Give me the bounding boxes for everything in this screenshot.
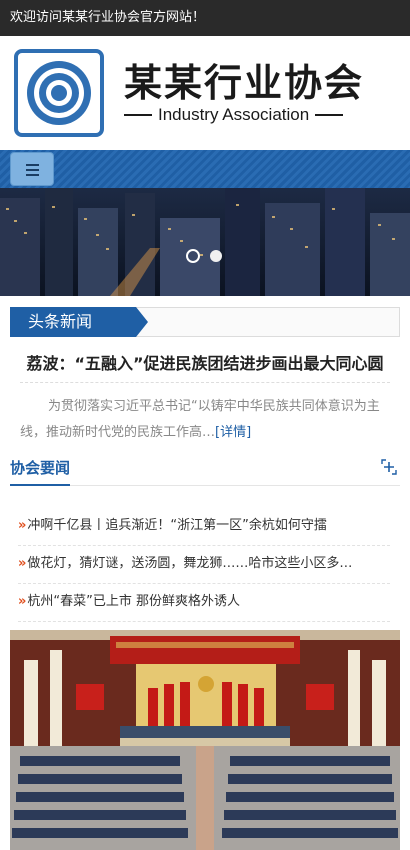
site-header: 某某行业协会 Industry Association (0, 36, 410, 150)
target-icon[interactable] (14, 49, 104, 137)
list-item[interactable]: »冲啊千亿县丨追兵渐近！“浙江第一区”余杭如何守擂 (18, 508, 390, 546)
carousel-dot-2[interactable] (210, 250, 222, 262)
divider (124, 114, 152, 116)
main-nav (0, 150, 410, 188)
conference-hall-image (10, 630, 400, 850)
double-chevron-icon: » (18, 594, 27, 609)
headline-more-link[interactable]: [详情] (215, 425, 251, 440)
site-name-en: Industry Association (124, 104, 374, 126)
welcome-text: 欢迎访问某某行业协会官方网站！ (10, 10, 206, 25)
double-chevron-icon: » (18, 518, 27, 533)
double-chevron-icon: » (18, 556, 27, 571)
site-name-en-text: Industry Association (158, 105, 310, 124)
headline-summary: 为贯彻落实习近平总书记“以铸牢中华民族共同体意识为主线，推动新时代党的民族工作高… (20, 394, 392, 446)
hamburger-menu-icon[interactable] (10, 152, 54, 186)
headline-title[interactable]: 荔波：“五融入”促进民族团结进步画出最大同心圆 (20, 350, 390, 380)
site-name-cn: 某某行业协会 (124, 61, 365, 105)
plus-icon[interactable] (380, 458, 398, 476)
welcome-bar: 欢迎访问某某行业协会官方网站！ (0, 0, 410, 36)
divider (315, 114, 344, 116)
association-news-list: »冲啊千亿县丨追兵渐近！“浙江第一区”余杭如何守擂 »做花灯，猜灯谜，送汤圆，舞… (18, 508, 390, 622)
headline-section-header: 头条新闻 (10, 307, 400, 337)
list-item-text: 冲啊千亿县丨追兵渐近！“浙江第一区”余杭如何守擂 (27, 518, 327, 533)
list-item[interactable]: »做花灯，猜灯谜，送汤圆，舞龙狮……哈市这些小区多… (18, 546, 390, 584)
list-item-text: 杭州“春菜”已上市 那份鲜爽格外诱人 (27, 594, 241, 609)
association-news-title: 协会要闻 (10, 456, 71, 486)
divider (20, 382, 390, 383)
conference-hall-photo[interactable] (10, 630, 400, 850)
city-night-image (0, 188, 410, 296)
headline-tag: 头条新闻 (10, 307, 148, 337)
headline-summary-text: 为贯彻落实习近平总书记“以铸牢中华民族共同体意识为主线，推动新时代党的民族工作高… (20, 399, 380, 440)
list-item[interactable]: »杭州“春菜”已上市 那份鲜爽格外诱人 (18, 584, 390, 622)
association-news-header: 协会要闻 (10, 456, 400, 486)
banner-carousel[interactable] (0, 188, 410, 296)
list-item-text: 做花灯，猜灯谜，送汤圆，舞龙狮……哈市这些小区多… (27, 556, 353, 571)
carousel-dot-1[interactable] (186, 249, 200, 263)
